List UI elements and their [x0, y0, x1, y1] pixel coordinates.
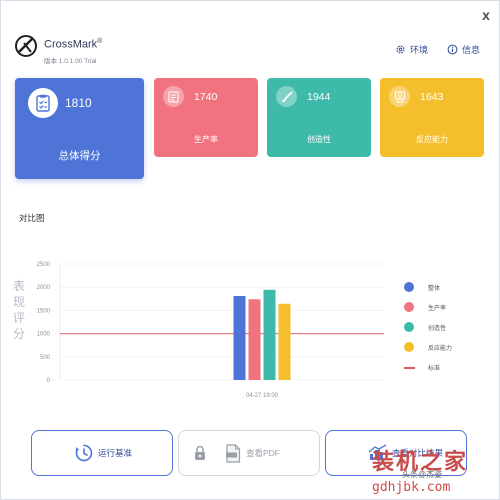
brush-icon: [276, 86, 297, 107]
legend-item: 创造性: [404, 318, 484, 338]
y-axis-label-char: 现: [13, 295, 25, 309]
legend-swatch: [404, 322, 414, 332]
productivity-label: 生产率: [194, 135, 218, 144]
app-version: 版本 1.0.1.00 Trial: [44, 58, 97, 65]
bar-2: [248, 299, 261, 380]
nav-environment[interactable]: 环境: [395, 43, 428, 56]
overall-score-card[interactable]: 1810 总体得分: [15, 78, 144, 179]
clipboard-icon: [28, 88, 58, 118]
app-name: CrossMark®: [44, 38, 103, 51]
legend-swatch: [404, 302, 414, 312]
y-tick-label: 1000: [37, 332, 51, 338]
bar-3: [263, 289, 276, 380]
comparison-title: 对比图: [19, 213, 45, 223]
lock-icon: [193, 444, 207, 462]
x-tick-label: 04-27 19:00: [246, 393, 279, 399]
legend-label: 标准: [428, 366, 441, 372]
creativity-label: 创造性: [307, 135, 331, 144]
pdf-icon: [223, 443, 243, 463]
bar-1: [233, 296, 246, 380]
legend-item: 反应能力: [404, 338, 484, 358]
y-tick-label: 1500: [37, 308, 51, 314]
productivity-card[interactable]: 1740 生产率: [154, 78, 258, 157]
overall-score-value: 1810: [65, 96, 92, 110]
y-tick-label: 2000: [37, 285, 51, 291]
response-value: 1643: [420, 91, 444, 103]
response-card[interactable]: 1643 反应能力: [380, 78, 484, 157]
gear-icon: [396, 45, 405, 54]
legend-item: 生产率: [404, 298, 484, 318]
legend-swatch: [404, 342, 414, 352]
y-tick-label: 2500: [37, 262, 51, 268]
productivity-value: 1740: [194, 91, 218, 103]
info-icon: [447, 44, 458, 55]
creativity-value: 1944: [307, 91, 331, 103]
creativity-card[interactable]: 1944 创造性: [267, 78, 371, 157]
crossmark-logo: [15, 35, 37, 57]
legend-label: 整体: [428, 286, 441, 292]
nav-info-label: 信息: [462, 45, 481, 55]
overall-score-label: 总体得分: [58, 150, 101, 162]
watermark-handle: 头条@杰姿: [402, 470, 443, 479]
y-axis-label-char: 评: [13, 311, 25, 325]
nav-info[interactable]: 信息: [447, 43, 480, 56]
y-axis-label-char: 分: [13, 327, 25, 341]
legend-label: 生产率: [428, 306, 447, 312]
run-benchmark-button[interactable]: 运行基准: [31, 430, 173, 476]
legend-label: 反应能力: [428, 346, 453, 352]
legend-label: 创造性: [428, 326, 447, 332]
y-tick-label: 500: [40, 355, 51, 361]
run-benchmark-label: 运行基准: [98, 448, 133, 458]
close-icon[interactable]: x: [476, 5, 496, 25]
view-pdf-label: 查看PDF: [246, 448, 281, 458]
legend-line-swatch: [404, 367, 415, 369]
badge-icon: [389, 86, 410, 107]
response-label: 反应能力: [416, 135, 448, 144]
nav-environment-label: 环境: [410, 45, 429, 55]
y-axis-label-char: 表: [13, 279, 25, 293]
chart-legend: 整体生产率创造性反应能力标准: [404, 278, 484, 378]
bar-4: [278, 303, 291, 380]
watermark-url: gdhjbk.com: [372, 480, 451, 495]
view-pdf-button[interactable]: 查看PDF: [178, 430, 320, 476]
document-icon: [163, 86, 184, 107]
legend-item: 标准: [404, 358, 484, 378]
y-tick-label: 0: [47, 378, 51, 384]
stopwatch-icon: [74, 443, 94, 463]
legend-swatch: [404, 282, 414, 292]
legend-item: 整体: [404, 278, 484, 298]
